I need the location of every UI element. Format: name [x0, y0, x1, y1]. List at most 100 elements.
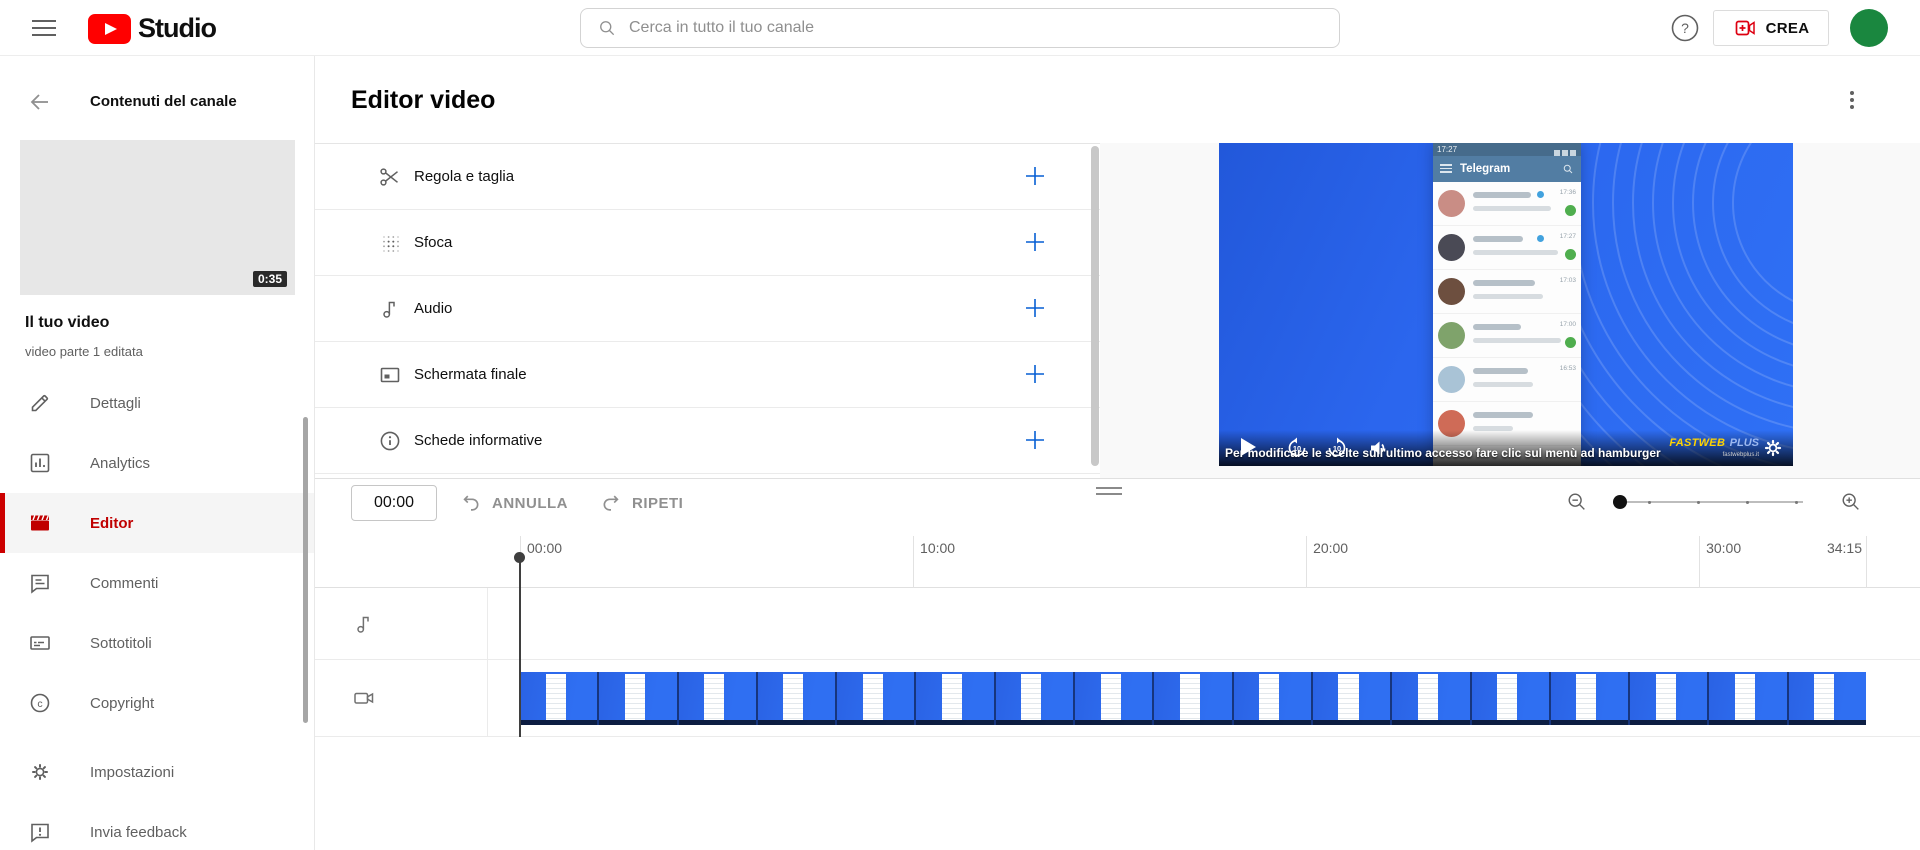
zoom-in-icon[interactable] — [1840, 491, 1862, 513]
plus-icon — [1022, 163, 1048, 189]
youtube-studio-logo[interactable]: Studio — [88, 13, 216, 44]
video-thumbnail-segment[interactable] — [916, 672, 995, 725]
zoom-out-icon[interactable] — [1566, 491, 1588, 513]
svg-text:10: 10 — [1293, 444, 1301, 453]
video-title: Il tuo video — [25, 314, 109, 332]
sidebar-header-title[interactable]: Contenuti del canale — [90, 93, 237, 110]
sidebar-item-analytics[interactable]: Analytics — [0, 433, 314, 493]
sidebar-item-impostazioni[interactable]: Impostazioni — [0, 742, 314, 802]
ruler-track[interactable]: 00:00 10:00 20:00 30:00 34:15 — [520, 536, 1866, 588]
video-thumbnail-segment[interactable] — [996, 672, 1075, 725]
redo-icon — [600, 492, 622, 514]
video-thumbnail-segment[interactable] — [1472, 672, 1551, 725]
create-button[interactable]: CREA — [1713, 10, 1829, 46]
sidebar-item-label: Copyright — [90, 695, 154, 712]
video-thumbnail-segment[interactable] — [1551, 672, 1630, 725]
add-blur-button[interactable] — [1015, 223, 1055, 263]
youtube-play-icon — [88, 14, 131, 44]
back-arrow-icon[interactable] — [28, 90, 52, 114]
ruler-tick-label: 00:00 — [527, 540, 562, 556]
plus-icon — [1022, 361, 1048, 387]
sidebar-item-label: Dettagli — [90, 395, 141, 412]
telegram-chat-row: 17:00 — [1433, 314, 1581, 358]
video-thumbnail-segment[interactable] — [758, 672, 837, 725]
current-time-field[interactable]: 00:00 — [351, 485, 437, 521]
add-audio-button[interactable] — [1015, 289, 1055, 329]
phone-status-icons — [1552, 147, 1578, 153]
tool-label: Schermata finale — [414, 366, 527, 383]
video-thumbnail-segment[interactable] — [599, 672, 678, 725]
play-icon[interactable] — [1241, 438, 1256, 456]
svg-text:?: ? — [1681, 20, 1689, 36]
track-column-divider — [487, 588, 488, 737]
add-trim-button[interactable] — [1015, 157, 1055, 197]
video-thumbnail-segment[interactable] — [679, 672, 758, 725]
audio-track-row[interactable] — [315, 588, 1920, 660]
timeline-ruler[interactable]: 00:00 10:00 20:00 30:00 34:15 — [315, 536, 1920, 588]
pencil-icon — [28, 391, 52, 415]
rewind-10-icon[interactable]: 10 — [1285, 436, 1309, 460]
video-track-icon — [352, 686, 376, 710]
search-icon — [597, 18, 617, 38]
search-input[interactable] — [629, 19, 1339, 37]
redo-button[interactable]: RIPETI — [600, 485, 683, 521]
telegram-chat-list: 17:3617:2717:0317:0016:53 — [1433, 182, 1581, 466]
sidebar-item-label: Sottotitoli — [90, 635, 152, 652]
video-thumbnail-segment[interactable] — [1789, 672, 1866, 725]
timeline-tracks — [315, 588, 1920, 737]
timeline-zoom-slider[interactable] — [1613, 501, 1803, 503]
video-thumbnail-segment[interactable] — [837, 672, 916, 725]
video-thumbnail-segment[interactable] — [1075, 672, 1154, 725]
hamburger-menu-icon[interactable] — [32, 17, 56, 39]
sidebar-item-copyright[interactable]: c Copyright — [0, 673, 314, 733]
sidebar-item-commenti[interactable]: Commenti — [0, 553, 314, 613]
sidebar-item-invia-feedback[interactable]: Invia feedback — [0, 802, 314, 850]
tool-label: Schede informative — [414, 432, 542, 449]
video-thumbnail-segment[interactable] — [1234, 672, 1313, 725]
video-thumbnail-segment[interactable] — [1313, 672, 1392, 725]
playhead-handle[interactable] — [514, 552, 525, 563]
telegram-title: Telegram — [1460, 163, 1510, 175]
tool-row-schede-informative[interactable]: Schede informative — [315, 408, 1100, 474]
subtitles-icon — [28, 631, 52, 655]
account-avatar[interactable] — [1850, 9, 1888, 47]
kebab-menu-icon[interactable] — [1840, 88, 1864, 112]
undo-button[interactable]: ANNULLA — [460, 485, 568, 521]
video-thumbnails-strip[interactable] — [520, 672, 1866, 725]
add-info-card-button[interactable] — [1015, 421, 1055, 461]
music-note-icon — [378, 297, 402, 321]
tools-scrollbar[interactable] — [1091, 146, 1099, 466]
editor-tools-panel: Regola e taglia Sfoca Audio Schermata fi… — [315, 143, 1100, 478]
video-thumbnail-segment[interactable] — [520, 672, 599, 725]
sidebar-item-dettagli[interactable]: Dettagli — [0, 373, 314, 433]
sidebar-scrollbar[interactable] — [303, 417, 308, 723]
tool-row-sfoca[interactable]: Sfoca — [315, 210, 1100, 276]
video-thumbnail-segment[interactable] — [1154, 672, 1233, 725]
sidebar-item-sottotitoli[interactable]: Sottotitoli — [0, 613, 314, 673]
player-settings-gear-icon[interactable] — [1761, 436, 1785, 460]
undo-button-label: ANNULLA — [492, 495, 568, 512]
video-thumbnail-segment[interactable] — [1392, 672, 1471, 725]
add-end-screen-button[interactable] — [1015, 355, 1055, 395]
channel-search-bar[interactable] — [580, 8, 1340, 48]
sidebar-item-label: Impostazioni — [90, 764, 174, 781]
blur-icon — [378, 231, 402, 255]
video-thumbnail-segment[interactable] — [1630, 672, 1709, 725]
playhead-line[interactable] — [519, 560, 521, 737]
volume-icon[interactable] — [1367, 436, 1391, 460]
telegram-search-icon — [1562, 163, 1574, 175]
video-preview[interactable]: 17:27 Telegram 17:3617:2717:0317:0016:53… — [1219, 143, 1793, 466]
tool-row-schermata-finale[interactable]: Schermata finale — [315, 342, 1100, 408]
studio-wordmark: Studio — [138, 13, 216, 44]
telegram-chat-row: 17:36 — [1433, 182, 1581, 226]
timeline-drag-handle[interactable] — [1096, 487, 1122, 497]
tool-row-regola-e-taglia[interactable]: Regola e taglia — [315, 144, 1100, 210]
forward-10-icon[interactable]: 10 — [1325, 436, 1349, 460]
tool-row-audio[interactable]: Audio — [315, 276, 1100, 342]
plus-icon — [1022, 427, 1048, 453]
help-button[interactable]: ? — [1668, 11, 1702, 45]
sidebar-item-editor[interactable]: Editor — [0, 493, 314, 553]
video-thumbnail-segment[interactable] — [1709, 672, 1788, 725]
zoom-slider-knob[interactable] — [1613, 495, 1627, 509]
create-button-label: CREA — [1766, 20, 1810, 37]
